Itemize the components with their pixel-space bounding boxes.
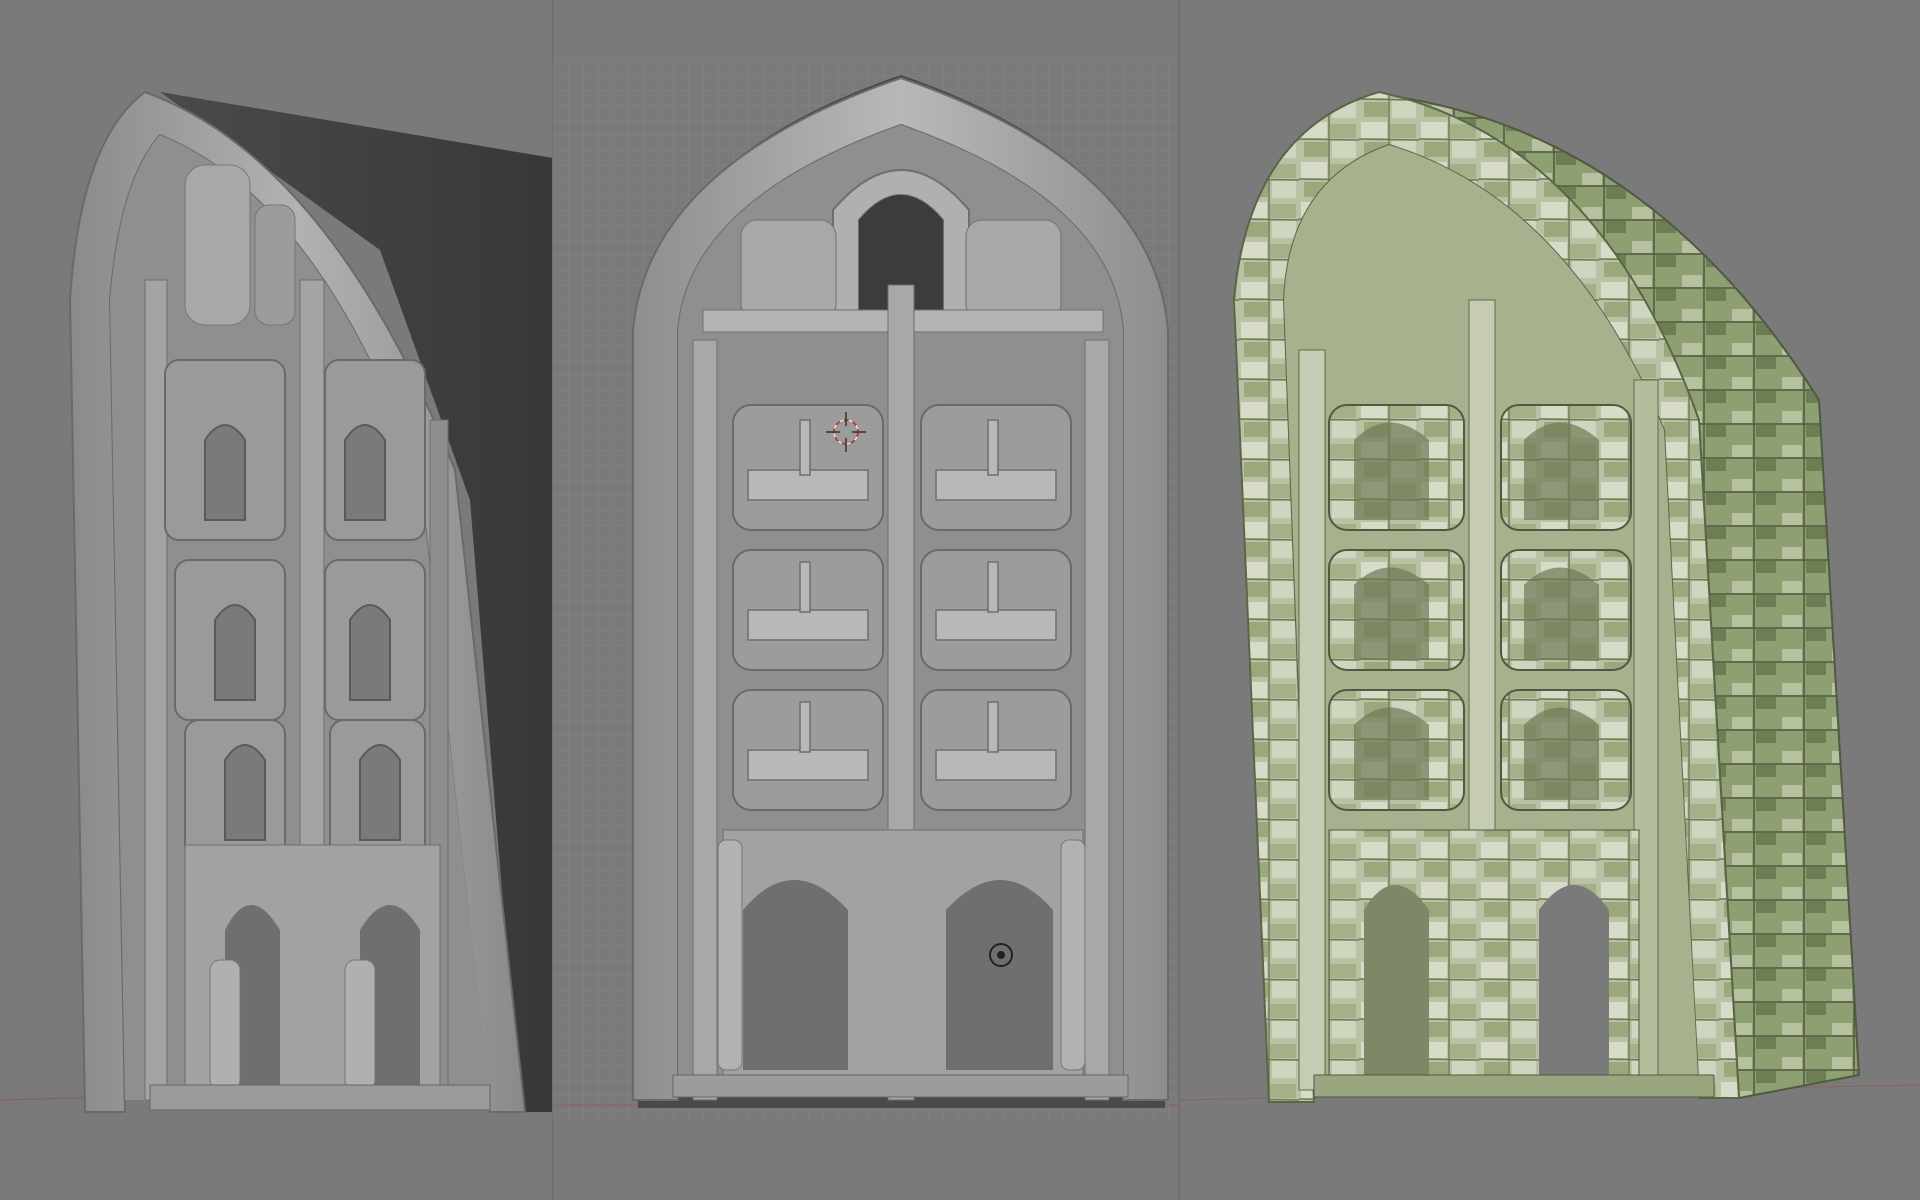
viewport-right-canvas	[1179, 90, 1920, 1103]
model-base-textured	[1313, 1074, 1715, 1098]
viewport-left-perspective[interactable]	[0, 0, 553, 1200]
model-lower-column-1	[209, 959, 241, 1091]
model-pillar-1	[1298, 349, 1326, 1091]
model-lower-arch-right	[946, 880, 1053, 1070]
model-pillar-1	[692, 339, 718, 1101]
viewport-left-canvas	[0, 90, 553, 1113]
model-lower-arch-left	[1364, 885, 1429, 1080]
model-column-capital-right	[965, 219, 1062, 321]
model-pillar-2	[1084, 339, 1110, 1101]
model-lower-arch-left	[743, 880, 848, 1070]
model-base	[149, 1084, 491, 1111]
model-lower-column-2	[1060, 839, 1086, 1071]
model-base	[672, 1074, 1129, 1098]
model-lower-column-2	[344, 959, 376, 1091]
viewport-right-textured[interactable]	[1179, 0, 1920, 1200]
viewport-center-front[interactable]	[553, 0, 1179, 1200]
model-column-capital-left	[740, 219, 837, 321]
viewport-center-canvas	[553, 60, 1179, 1120]
model-lower-column-1	[717, 839, 743, 1071]
model-pillar-1	[144, 279, 168, 1101]
model-column-top-2	[254, 204, 296, 326]
model-column-top-1	[184, 164, 251, 326]
model-lower-arch-right-opening	[1539, 885, 1609, 1080]
blender-3d-workspace	[0, 0, 1920, 1200]
